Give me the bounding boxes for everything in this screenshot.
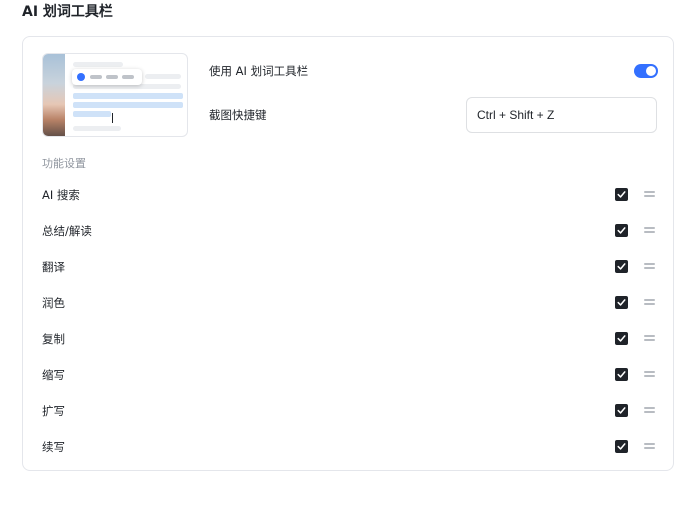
feature-row-translate: 翻译	[23, 257, 675, 277]
enable-toolbar-toggle[interactable]	[634, 64, 658, 78]
feature-label: 复制	[42, 332, 65, 346]
feature-checkbox-polish[interactable]	[615, 296, 628, 309]
shortcut-input[interactable]: Ctrl + Shift + Z	[466, 97, 657, 133]
enable-toolbar-label: 使用 AI 划词工具栏	[209, 64, 309, 78]
preview-ai-dot	[77, 73, 85, 81]
feature-label: 翻译	[42, 260, 65, 274]
feature-checkbox-copy[interactable]	[615, 332, 628, 345]
feature-label: 扩写	[42, 404, 65, 418]
settings-page: AI 划词工具栏 使用 AI 划词工具栏 截图快捷键 Ctrl + Shift …	[0, 0, 690, 518]
preview-line	[145, 74, 181, 79]
drag-handle-icon[interactable]	[644, 299, 655, 306]
feature-checkbox-ai-search[interactable]	[615, 188, 628, 201]
check-icon	[617, 335, 626, 342]
feature-row-expand: 扩写	[23, 401, 675, 421]
check-icon	[617, 263, 626, 270]
preview-pill	[122, 75, 134, 79]
preview-line	[73, 126, 121, 131]
feature-checkbox-shorten[interactable]	[615, 368, 628, 381]
preview-pill	[106, 75, 118, 79]
preview-highlight	[73, 111, 111, 117]
shortcut-label: 截图快捷键	[209, 108, 267, 122]
feature-label: 缩写	[42, 368, 65, 382]
feature-label: AI 搜索	[42, 188, 80, 202]
feature-checkbox-summarize[interactable]	[615, 224, 628, 237]
drag-handle-icon[interactable]	[644, 227, 655, 234]
preview-line	[73, 62, 123, 67]
check-icon	[617, 299, 626, 306]
preview-text-caret	[112, 113, 113, 123]
feature-label: 总结/解读	[42, 224, 92, 238]
feature-row-summarize: 总结/解读	[23, 221, 675, 241]
feature-checkbox-continue[interactable]	[615, 440, 628, 453]
toggle-knob	[646, 66, 656, 76]
drag-handle-icon[interactable]	[644, 407, 655, 414]
preview-photo	[43, 54, 65, 136]
preview-pill	[90, 75, 102, 79]
drag-handle-icon[interactable]	[644, 335, 655, 342]
section-title: AI 划词工具栏	[22, 4, 113, 20]
drag-handle-icon[interactable]	[644, 263, 655, 270]
drag-handle-icon[interactable]	[644, 443, 655, 450]
feature-label: 续写	[42, 440, 65, 454]
preview-toolbar-popup	[72, 69, 142, 85]
drag-handle-icon[interactable]	[644, 371, 655, 378]
preview-highlight	[73, 93, 183, 99]
feature-row-polish: 润色	[23, 293, 675, 313]
feature-checkbox-expand[interactable]	[615, 404, 628, 417]
feature-row-continue: 续写	[23, 437, 675, 457]
check-icon	[617, 407, 626, 414]
check-icon	[617, 443, 626, 450]
feature-checkbox-translate[interactable]	[615, 260, 628, 273]
feature-row-copy: 复制	[23, 329, 675, 349]
feature-label: 润色	[42, 296, 65, 310]
drag-handle-icon[interactable]	[644, 191, 655, 198]
feature-group-title: 功能设置	[42, 157, 86, 170]
check-icon	[617, 371, 626, 378]
check-icon	[617, 191, 626, 198]
preview-highlight	[73, 102, 183, 108]
feature-row-ai-search: AI 搜索	[23, 185, 675, 205]
settings-card: 使用 AI 划词工具栏 截图快捷键 Ctrl + Shift + Z 功能设置 …	[22, 36, 674, 471]
check-icon	[617, 227, 626, 234]
toolbar-preview-image	[42, 53, 188, 137]
feature-row-shorten: 缩写	[23, 365, 675, 385]
